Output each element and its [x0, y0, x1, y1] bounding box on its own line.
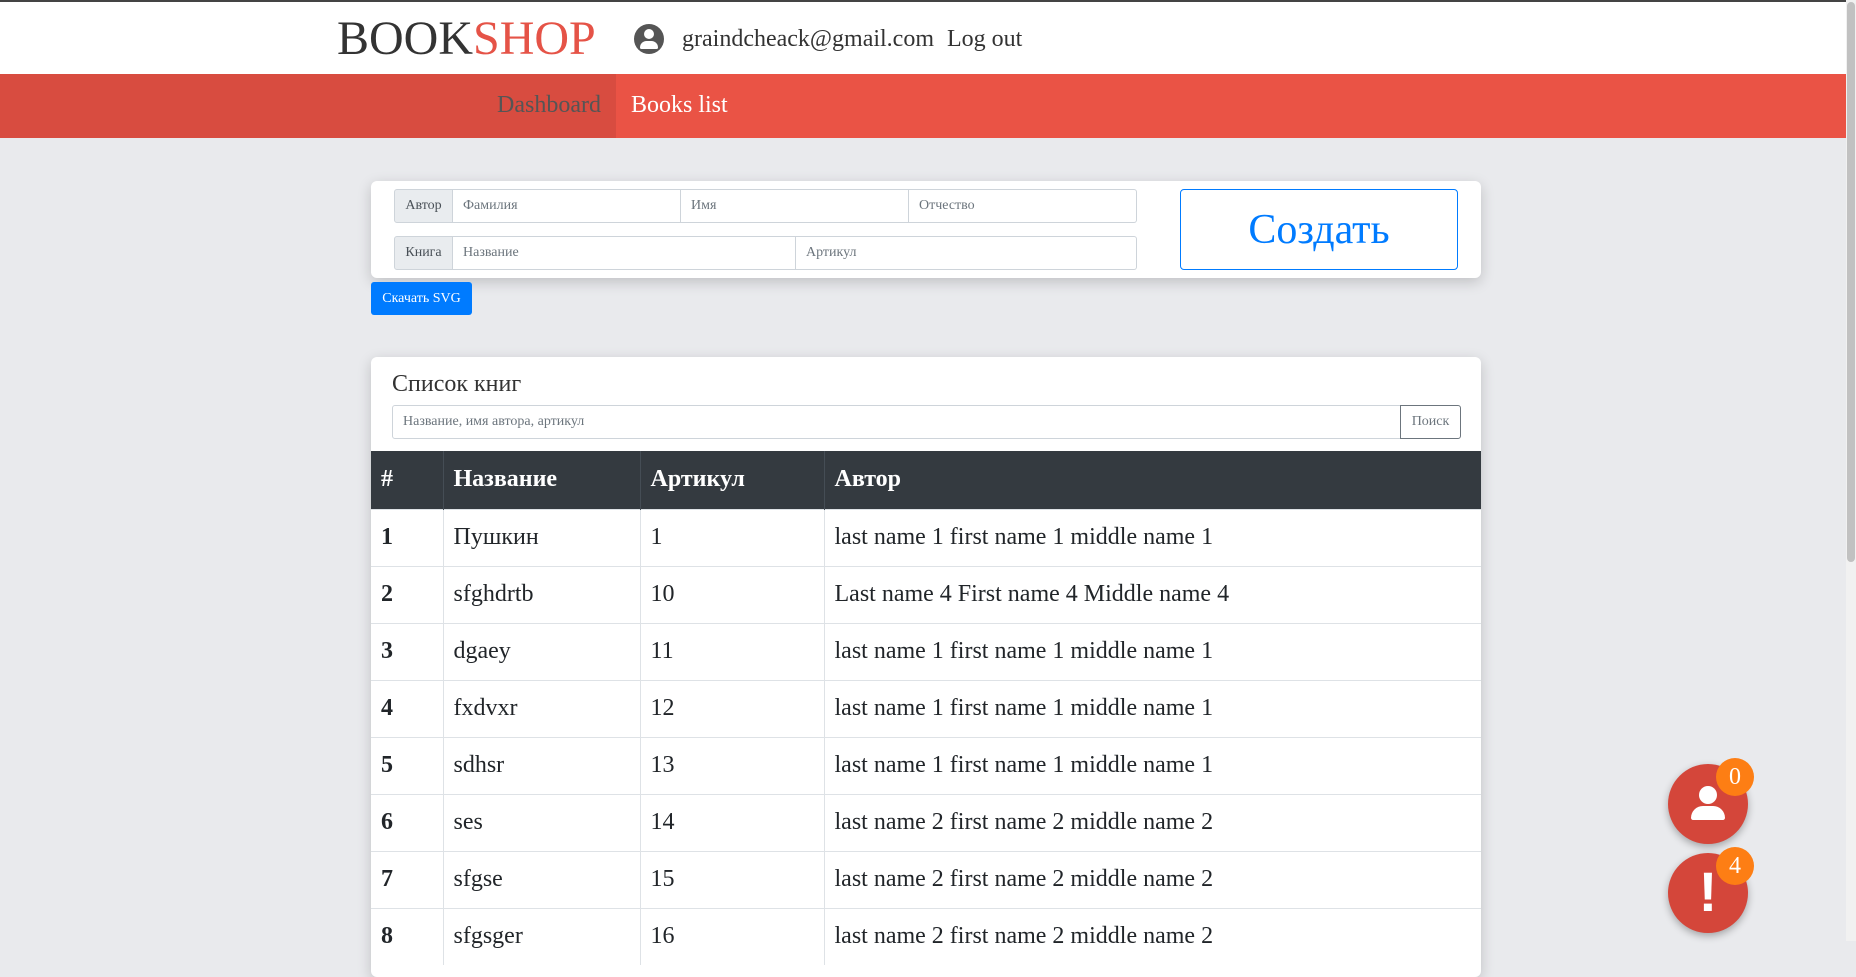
brand-logo[interactable]: BOOKSHOP: [337, 12, 596, 66]
logo-shop-text: SHOP: [473, 12, 596, 65]
row-article: 13: [640, 736, 825, 794]
table-row[interactable]: 4 fxdvxr 12 last name 1 first name 1 mid…: [371, 679, 1481, 737]
row-article: 14: [640, 793, 825, 851]
user-email: graindcheack@gmail.com: [682, 26, 934, 52]
row-author: Last name 4 First name 4 Middle name 4: [824, 565, 1481, 623]
person-icon-head: [1699, 786, 1717, 804]
row-number: 3: [371, 622, 444, 680]
books-list-title: Список книг: [392, 371, 522, 397]
download-svg-button[interactable]: Скачать SVG: [371, 282, 472, 315]
table-row[interactable]: 5 sdhsr 13 last name 1 first name 1 midd…: [371, 736, 1481, 794]
person-icon-body: [1691, 806, 1725, 820]
row-title: Пушкин: [443, 508, 641, 566]
row-author: last name 2 first name 2 middle name 2: [824, 850, 1481, 908]
table-row[interactable]: 1 Пушкин 1 last name 1 first name 1 midd…: [371, 508, 1481, 566]
main-nav: Dashboard Books list: [0, 74, 1856, 138]
books-table: # Название Артикул Автор 1 Пушкин 1 last…: [371, 451, 1481, 965]
table-row[interactable]: 7 sfgse 15 last name 2 first name 2 midd…: [371, 850, 1481, 908]
book-title-input[interactable]: [453, 236, 796, 270]
search-input[interactable]: [392, 405, 1401, 439]
author-middlename-input[interactable]: [909, 189, 1137, 223]
book-article-input[interactable]: [796, 236, 1137, 270]
row-number: 2: [371, 565, 444, 623]
row-number: 1: [371, 508, 444, 566]
logout-link[interactable]: Log out: [947, 26, 1022, 53]
row-number: 8: [371, 907, 444, 965]
row-article: 12: [640, 679, 825, 737]
row-title: sfgsger: [443, 907, 641, 965]
author-input-group: Автор: [394, 189, 1137, 223]
account-icon: [634, 24, 664, 54]
book-label: Книга: [394, 236, 453, 270]
row-number: 7: [371, 850, 444, 908]
row-author: last name 1 first name 1 middle name 1: [824, 736, 1481, 794]
book-input-group: Книга: [394, 236, 1137, 270]
table-row[interactable]: 8 sfgsger 16 last name 2 first name 2 mi…: [371, 907, 1481, 965]
author-lastname-input[interactable]: [453, 189, 681, 223]
alerts-count-badge: 4: [1716, 847, 1754, 885]
row-author: last name 2 first name 2 middle name 2: [824, 907, 1481, 965]
nav-dashboard[interactable]: Dashboard: [497, 92, 601, 119]
column-header-number: #: [371, 451, 444, 509]
table-row[interactable]: 2 sfghdrtb 10 Last name 4 First name 4 M…: [371, 565, 1481, 623]
row-author: last name 1 first name 1 middle name 1: [824, 679, 1481, 737]
row-title: dgaey: [443, 622, 641, 680]
create-button[interactable]: Создать: [1180, 189, 1458, 270]
column-header-title: Название: [443, 451, 641, 509]
top-header: BOOKSHOP graindcheack@gmail.com Log out: [0, 0, 1856, 74]
create-book-form: Автор Книга Создать: [371, 181, 1481, 278]
row-number: 5: [371, 736, 444, 794]
users-count-badge: 0: [1716, 758, 1754, 796]
logo-book-text: BOOK: [337, 12, 474, 65]
row-title: sdhsr: [443, 736, 641, 794]
page-scrollbar-thumb[interactable]: [1847, 2, 1855, 562]
table-row[interactable]: 3 dgaey 11 last name 1 first name 1 midd…: [371, 622, 1481, 680]
column-header-author: Автор: [824, 451, 1481, 509]
row-article: 10: [640, 565, 825, 623]
row-article: 1: [640, 508, 825, 566]
column-header-article: Артикул: [640, 451, 825, 509]
search-button[interactable]: Поиск: [1400, 405, 1461, 439]
nav-books-list[interactable]: Books list: [631, 92, 728, 119]
row-title: sfghdrtb: [443, 565, 641, 623]
row-title: sfgse: [443, 850, 641, 908]
row-article: 11: [640, 622, 825, 680]
row-number: 6: [371, 793, 444, 851]
row-author: last name 1 first name 1 middle name 1: [824, 622, 1481, 680]
row-article: 15: [640, 850, 825, 908]
row-number: 4: [371, 679, 444, 737]
row-title: ses: [443, 793, 641, 851]
table-header-row: # Название Артикул Автор: [371, 451, 1481, 509]
author-label: Автор: [394, 189, 453, 223]
author-firstname-input[interactable]: [681, 189, 909, 223]
row-title: fxdvxr: [443, 679, 641, 737]
row-article: 16: [640, 907, 825, 965]
row-author: last name 2 first name 2 middle name 2: [824, 793, 1481, 851]
table-row[interactable]: 6 ses 14 last name 2 first name 2 middle…: [371, 793, 1481, 851]
row-author: last name 1 first name 1 middle name 1: [824, 508, 1481, 566]
books-list-card: Список книг Поиск # Название Артикул Авт…: [371, 357, 1481, 977]
